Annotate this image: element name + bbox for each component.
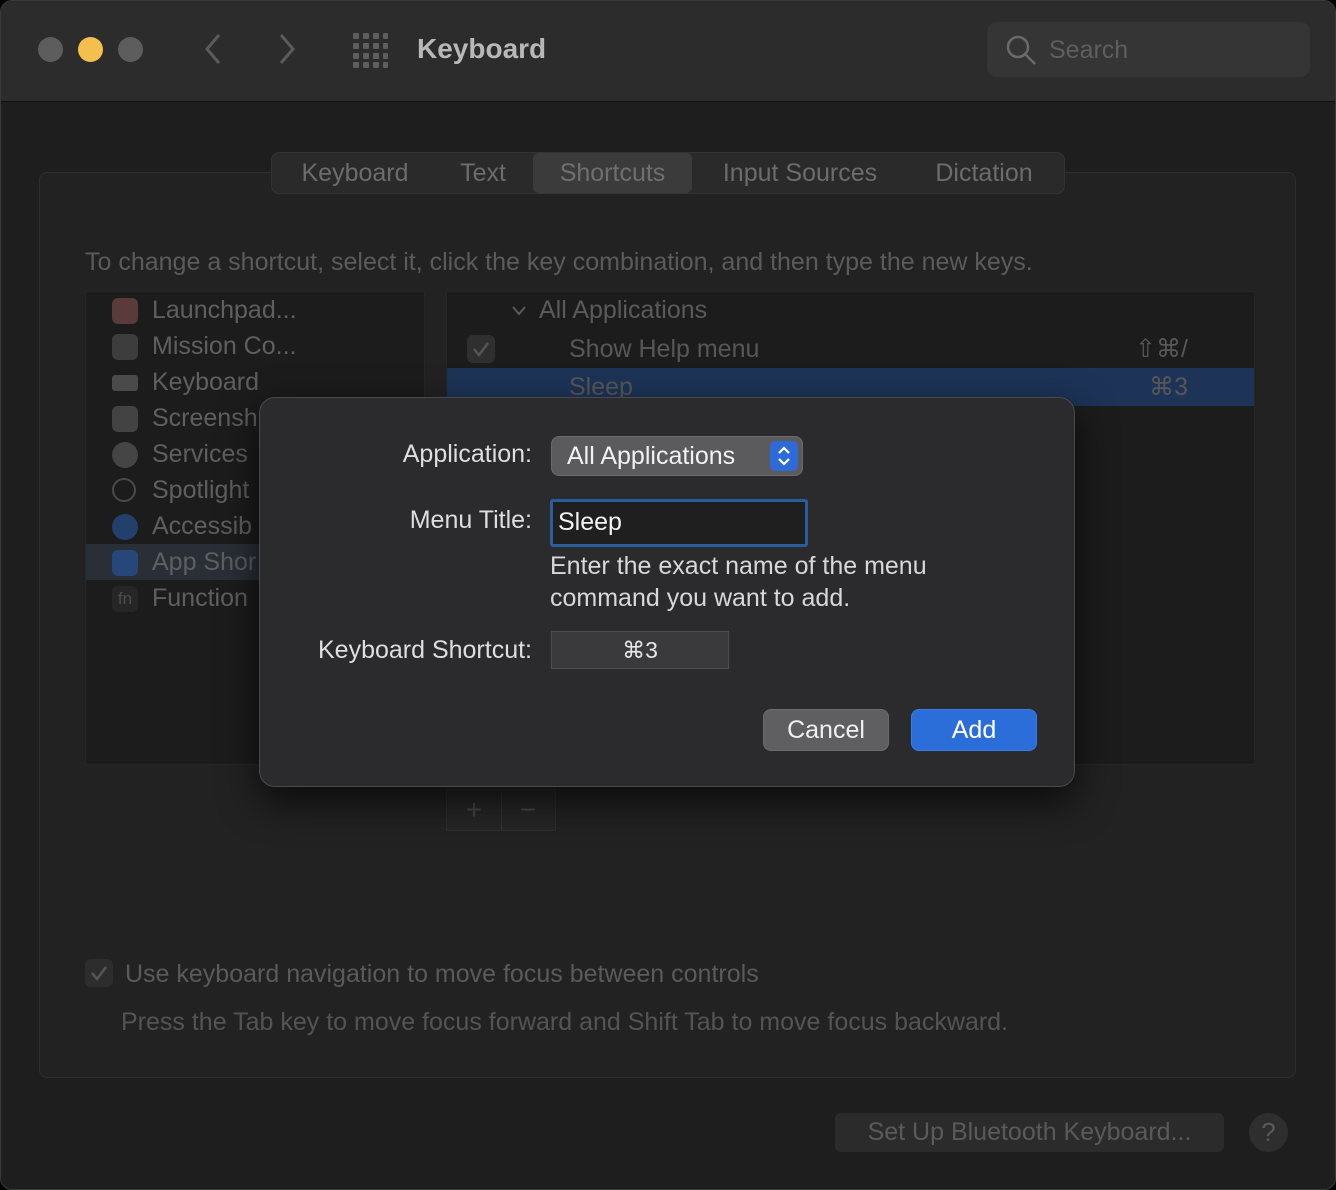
keyboard-shortcut-label: Keyboard Shortcut: [317,636,532,664]
shortcut-checkbox[interactable] [467,335,495,363]
fn-icon: fn [112,586,138,612]
shortcut-keys[interactable]: ⇧⌘/ [1135,332,1188,366]
tab-bar: Keyboard Text Shortcuts Input Sources Di… [271,152,1065,194]
category-label: Accessib [152,512,253,540]
search-placeholder: Search [1049,36,1129,64]
shortcut-keys[interactable]: ⌘3 [1149,370,1188,404]
category-item[interactable]: Mission Co... [86,328,424,364]
add-button[interactable]: Add [911,709,1037,751]
keyboard-navigation-label: Use keyboard navigation to move focus be… [125,960,759,988]
checkmark-icon [473,342,489,358]
zoom-window-button[interactable] [118,37,143,62]
gear-icon [112,442,138,468]
category-label: Function [152,584,248,612]
category-label: Keyboard [152,368,260,396]
application-label: Application: [402,440,532,468]
search-icon [1006,35,1036,65]
category-label: Spotlight [152,476,250,504]
forward-arrow-icon[interactable] [267,31,307,67]
tab-keyboard[interactable]: Keyboard [280,153,430,193]
system-preferences-window: Keyboard Search Keyboard Text Shortcuts … [0,0,1336,1190]
keyboard-icon [112,375,138,391]
tab-shortcuts[interactable]: Shortcuts [533,153,692,193]
minimize-window-button[interactable] [78,37,103,62]
show-all-grid-icon[interactable] [351,31,389,69]
menu-title-field[interactable] [550,499,808,547]
keyboard-navigation-hint: Press the Tab key to move focus forward … [121,1008,1009,1036]
tab-input-sources[interactable]: Input Sources [702,153,898,193]
category-label: App Shor [152,548,257,576]
category-item[interactable]: Keyboard [86,364,424,400]
popup-stepper [770,441,798,471]
add-shortcut-button[interactable]: + [447,790,502,830]
instructions-text: To change a shortcut, select it, click t… [85,248,1033,276]
screenshot-icon [112,406,138,432]
menu-title-label: Menu Title: [409,506,532,534]
tab-text[interactable]: Text [440,153,526,193]
tab-dictation[interactable]: Dictation [912,153,1056,193]
chevron-down-icon[interactable] [511,304,527,318]
close-window-button[interactable] [38,37,63,62]
keyboard-shortcut-value: ⌘3 [622,637,658,663]
back-arrow-icon[interactable] [193,31,233,67]
magnifier-icon [112,478,136,502]
menu-title-input[interactable] [558,504,796,540]
menu-title-hint-line1: Enter the exact name of the menu [550,552,927,580]
accessibility-icon [112,514,138,540]
keyboard-shortcut-field[interactable]: ⌘3 [551,631,729,669]
category-item[interactable]: Launchpad... [86,292,424,328]
list-edit-buttons: + − [446,789,556,831]
up-down-chevron-icon [778,446,790,466]
category-label: Services [152,440,248,468]
category-label: Mission Co... [152,332,297,360]
launchpad-icon [112,298,138,324]
keyboard-navigation-checkbox[interactable] [85,959,113,987]
menu-title-hint-line2: command you want to add. [550,584,851,612]
shortcut-group-label: All Applications [539,296,708,324]
checkmark-icon [91,966,107,982]
application-popup[interactable]: All Applications [551,436,803,476]
category-label: Screensh [152,404,258,432]
window-title: Keyboard [417,33,547,64]
category-label: Launchpad... [152,296,297,324]
title-bar: Keyboard Search [1,1,1335,102]
mission-control-icon [112,334,138,360]
search-field[interactable]: Search [987,22,1310,77]
remove-shortcut-button[interactable]: − [501,790,555,830]
shortcut-name: Show Help menu [569,335,760,363]
application-value: All Applications [567,442,736,470]
cancel-button[interactable]: Cancel [763,709,889,751]
setup-bluetooth-keyboard-button[interactable]: Set Up Bluetooth Keyboard... [835,1113,1224,1152]
add-shortcut-sheet: Application: All Applications Menu Title… [259,397,1075,787]
help-button[interactable]: ? [1249,1113,1288,1152]
shortcut-row[interactable]: Show Help menu ⇧⌘/ [447,330,1254,368]
app-store-icon [112,550,138,576]
